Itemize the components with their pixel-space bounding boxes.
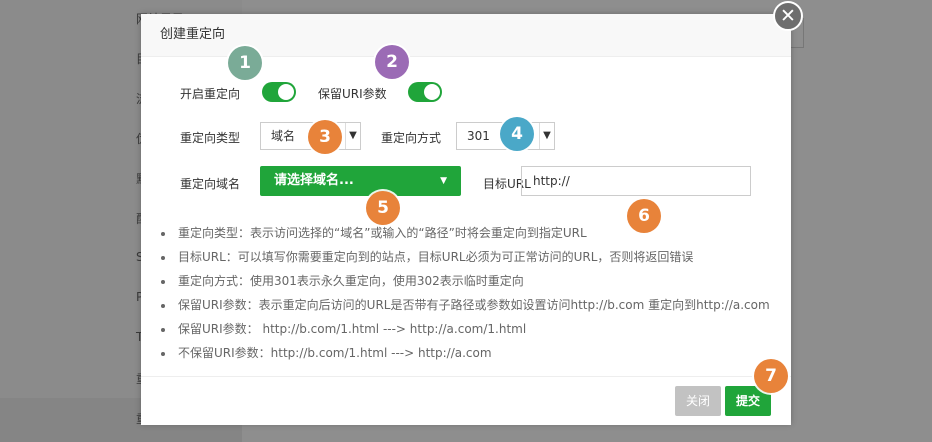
redirect-domain-label: 重定向域名 — [180, 177, 241, 191]
enable-redirect-toggle[interactable] — [262, 82, 296, 102]
annotation-marker-2: 2 — [375, 45, 409, 79]
annotation-marker-3: 3 — [308, 120, 342, 154]
redirect-method-label: 重定向方式 — [381, 131, 442, 145]
annotation-marker-6: 6 — [627, 199, 661, 233]
toggle-knob — [278, 84, 294, 100]
enable-redirect-label: 开启重定向 — [180, 87, 241, 101]
note-item: 重定向方式：使用301表示永久重定向，使用302表示临时重定向 — [141, 272, 791, 296]
caret-down-icon: ▼ — [440, 176, 447, 186]
chevron-down-icon: ▼ — [345, 123, 360, 149]
annotation-marker-4: 4 — [500, 117, 534, 151]
dialog-footer: 关闭 提交 — [141, 376, 791, 425]
annotation-marker-5: 5 — [366, 191, 400, 225]
target-url-value: http:// — [533, 174, 570, 188]
note-item: 不保留URI参数：http://b.com/1.html ---> http:/… — [141, 344, 791, 368]
close-icon[interactable]: ✕ — [773, 1, 803, 31]
annotation-marker-1: 1 — [228, 46, 262, 80]
note-item: 目标URL：可以填写你需要重定向到的站点，目标URL必须为可正常访问的URL，否… — [141, 248, 791, 272]
help-notes: 重定向类型：表示访问选择的“域名”或输入的“路径”时将会重定向到指定URL 目标… — [141, 224, 791, 368]
toggle-knob — [424, 84, 440, 100]
target-url-input[interactable]: http:// — [521, 166, 751, 196]
note-item: 保留URI参数：表示重定向后访问的URL是否带有子路径或参数如设置访问http:… — [141, 296, 791, 320]
keep-uri-toggle[interactable] — [408, 82, 442, 102]
note-item: 重定向类型：表示访问选择的“域名”或输入的“路径”时将会重定向到指定URL — [141, 224, 791, 248]
redirect-type-label: 重定向类型 — [180, 131, 241, 145]
redirect-domain-value: 请选择域名... — [274, 173, 354, 188]
keep-uri-label: 保留URI参数 — [318, 87, 387, 101]
redirect-method-value: 301 — [467, 129, 490, 143]
note-item: 保留URI参数： http://b.com/1.html ---> http:/… — [141, 320, 791, 344]
redirect-type-value: 域名 — [271, 129, 296, 143]
chevron-down-icon: ▼ — [539, 123, 554, 149]
annotation-marker-7: 7 — [754, 359, 788, 393]
close-button[interactable]: 关闭 — [675, 386, 721, 416]
redirect-domain-select[interactable]: 请选择域名... ▼ — [260, 166, 461, 196]
